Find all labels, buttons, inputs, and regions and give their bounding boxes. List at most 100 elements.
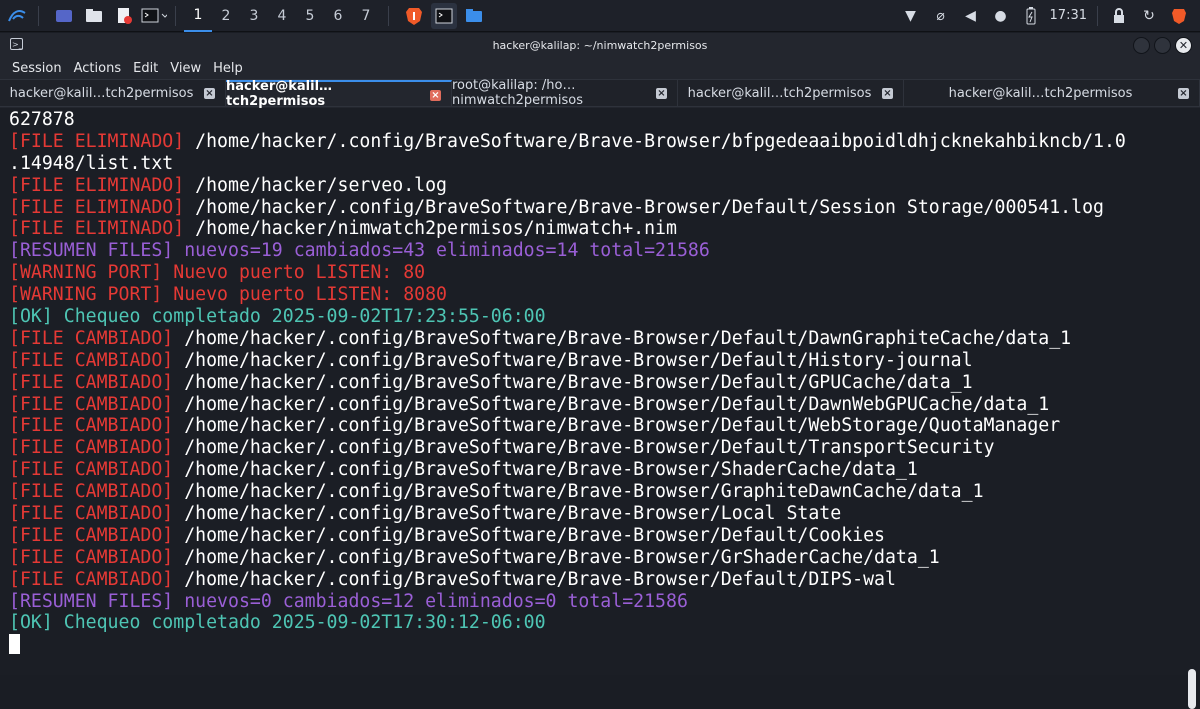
terminal-line: [FILE ELIMINADO] /home/hacker/nimwatch2p… [9,218,1126,240]
terminal-line: [FILE CAMBIADO] /home/hacker/.config/Bra… [9,372,1126,394]
terminal-tab[interactable]: hacker@kalil…tch2permisos × [904,80,1200,106]
terminal-line-tag: [FILE ELIMINADO] [9,196,185,218]
terminal-line: [FILE ELIMINADO] /home/hacker/serveo.log [9,175,1126,197]
terminal-tab[interactable]: root@kalilap: /ho…nimwatch2permisos × [452,78,678,108]
tab-close-icon[interactable]: × [1178,88,1189,99]
text-editor-icon[interactable] [111,3,137,29]
text-cursor [9,634,20,655]
terminal-line-text: /home/hacker/nimwatch2permisos/nimwatch+… [184,218,677,240]
menu-help[interactable]: Help [207,61,249,76]
terminal-line: [FILE CAMBIADO] /home/hacker/.config/Bra… [9,328,1126,350]
terminal-line-tag: [WARNING PORT] Nuevo puerto LISTEN: 8080 [9,284,447,306]
terminal-lines: 627878 [FILE ELIMINADO] /home/hacker/.con… [9,109,1126,656]
terminal-line-tag: [FILE CAMBIADO] [9,568,174,590]
lock-icon[interactable] [1108,3,1130,29]
system-tray: ▼ ⌀ ◀ ● 17:31 ↻ [892,3,1200,29]
terminal-line: [WARNING PORT] Nuevo puerto LISTEN: 8080 [9,284,1126,306]
taskbar-separator [1097,5,1098,26]
terminal-line-tag: [FILE CAMBIADO] [9,481,174,503]
terminal-line: [FILE CAMBIADO] /home/hacker/.config/Bra… [9,569,1126,591]
tab-label: root@kalilap: /ho…nimwatch2permisos [452,78,584,108]
tab-label: hacker@kalil…tch2permisos [687,85,872,101]
terminal-line-text: /home/hacker/.config/BraveSoftware/Brave… [173,437,995,459]
tab-bar: hacker@kalil…tch2permisos × hacker@kalil… [0,78,1200,109]
kali-menu-icon[interactable] [4,3,30,29]
minimize-button[interactable] [1133,37,1150,54]
workspace-7[interactable]: 7 [352,0,380,32]
tab-close-icon[interactable]: × [430,90,441,101]
tab-close-icon[interactable]: × [656,88,667,99]
attachment-icon[interactable]: ⌀ [930,3,952,29]
taskbar-separator [175,5,176,26]
terminal-line-tag: [FILE CAMBIADO] [9,349,174,371]
maximize-button[interactable] [1154,37,1171,54]
tab-label: hacker@kalil…tch2permisos [226,79,333,109]
terminal-line-text: /home/hacker/.config/BraveSoftware/Brave… [184,130,1126,152]
close-button[interactable]: ✕ [1175,37,1192,54]
terminal-line: [FILE ELIMINADO] /home/hacker/.config/Br… [9,131,1126,153]
terminal-line-tag: [OK] Chequeo completado 2025-09-02T17:30… [9,612,546,634]
terminal-line-text: /home/hacker/.config/BraveSoftware/Brave… [173,568,896,590]
menu-view[interactable]: View [164,61,207,76]
workspace-5[interactable]: 5 [296,0,324,32]
terminal-line-text: 627878 [9,109,75,130]
tab-close-icon[interactable]: × [882,88,893,99]
terminal-line-tag: [FILE CAMBIADO] [9,459,174,481]
terminal-line: [WARNING PORT] Nuevo puerto LISTEN: 80 [9,262,1126,284]
terminal-line-text: .14948/list.txt [9,152,174,174]
terminal-line-text: /home/hacker/.config/BraveSoftware/Brave… [173,459,918,481]
terminal-line-tag: [FILE CAMBIADO] [9,327,174,349]
terminal-tab-active[interactable]: hacker@kalil…tch2permisos × [226,79,452,109]
taskbar: 1 2 3 4 5 6 7 ▼ ⌀ ◀ ● 17:31 ↻ [0,0,1200,32]
terminal-line: [FILE CAMBIADO] /home/hacker/.config/Bra… [9,394,1126,416]
folder-task-icon[interactable] [461,3,487,29]
wifi-icon[interactable]: ▼ [900,3,922,29]
terminal-tab[interactable]: hacker@kalil…tch2permisos × [0,80,226,106]
terminal-line-text: /home/hacker/.config/BraveSoftware/Brave… [173,327,1072,349]
terminal-task-icon[interactable] [431,2,457,29]
volume-icon[interactable]: ◀ [960,3,982,29]
workspace-2[interactable]: 2 [212,0,240,32]
terminal-line-text: /home/hacker/.config/BraveSoftware/Brave… [173,524,885,546]
terminal-icon[interactable] [141,3,167,29]
desktop-icon[interactable] [51,3,77,29]
terminal-line: .14948/list.txt [9,153,1126,175]
bell-icon[interactable]: ● [990,3,1012,29]
tab-close-icon[interactable]: × [204,88,215,99]
workspace-4[interactable]: 4 [268,0,296,32]
terminal-prompt-line[interactable] [9,634,1126,656]
window-controls: ✕ [1133,37,1192,54]
menu-edit[interactable]: Edit [127,61,164,76]
terminal-line: [FILE CAMBIADO] /home/hacker/.config/Bra… [9,459,1126,481]
terminal-line-text: /home/hacker/.config/BraveSoftware/Brave… [184,196,1104,218]
terminal-line-text: /home/hacker/.config/BraveSoftware/Brave… [173,503,842,525]
menu-session[interactable]: Session [6,61,68,76]
workspace-1[interactable]: 1 [184,0,212,32]
taskbar-separator [38,5,39,26]
workspace-6[interactable]: 6 [324,0,352,32]
menu-actions[interactable]: Actions [68,61,128,76]
terminal-line: [OK] Chequeo completado 2025-09-02T17:23… [9,306,1126,328]
refresh-icon[interactable]: ↻ [1138,3,1160,29]
menubar: Session Actions Edit View Help [0,57,1200,79]
battery-icon[interactable] [1020,3,1042,29]
terminal-line: [FILE CAMBIADO] /home/hacker/.config/Bra… [9,350,1126,372]
terminal-line: [FILE CAMBIADO] /home/hacker/.config/Bra… [9,481,1126,503]
clock[interactable]: 17:31 [1050,8,1087,23]
terminal-line-text: /home/hacker/.config/BraveSoftware/Brave… [173,349,973,371]
terminal-line-tag: [FILE CAMBIADO] [9,503,174,525]
terminal-line-text: /home/hacker/serveo.log [184,174,447,196]
brave-tray-icon[interactable] [1168,3,1190,29]
workspace-3[interactable]: 3 [240,0,268,32]
file-manager-icon[interactable] [81,3,107,29]
terminal-tab[interactable]: hacker@kalil…tch2permisos × [678,80,904,106]
terminal-line-text: /home/hacker/.config/BraveSoftware/Brave… [173,415,1061,437]
terminal-line: [FILE CAMBIADO] /home/hacker/.config/Bra… [9,415,1126,437]
brave-browser-icon[interactable] [401,3,427,29]
scrollbar[interactable] [1188,669,1196,709]
terminal-output[interactable]: 627878 [FILE ELIMINADO] /home/hacker/.con… [0,108,1200,709]
terminal-line-tag: [RESUMEN FILES] nuevos=0 cambiados=12 el… [9,590,688,612]
terminal-line-text: /home/hacker/.config/BraveSoftware/Brave… [173,393,1050,415]
terminal-line-tag: [FILE ELIMINADO] [9,130,185,152]
tab-label: hacker@kalil…tch2permisos [9,85,194,101]
